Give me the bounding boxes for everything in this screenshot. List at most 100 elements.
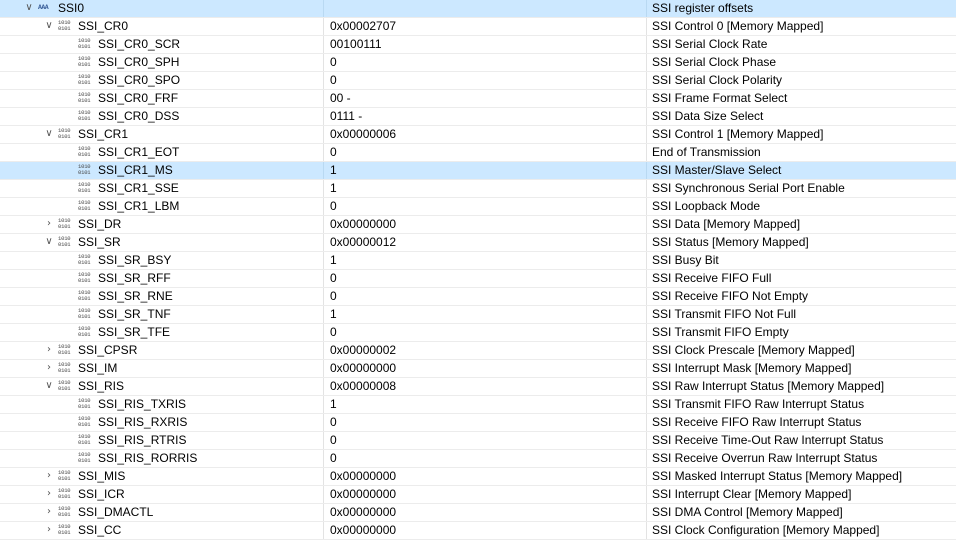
register-description: SSI Synchronous Serial Port Enable (652, 181, 845, 195)
register-icon: 1010 0101 (78, 55, 91, 68)
chevron-down-icon[interactable]: ∨ (24, 3, 34, 13)
name-cell: › 1010 0101 SSI_DR (0, 216, 324, 233)
tree-row[interactable]: 1010 0101 SSI_RIS_RORRIS 0 SSI Receive Over… (0, 450, 956, 468)
tree-row[interactable]: 1010 0101 SSI_SR_RNE 0 SSI Receive FIFO Not… (0, 288, 956, 306)
register-tree[interactable]: ∨ AAA SSI0 SSI register offsets ∨ 1010 0101 SS… (0, 0, 956, 540)
register-value[interactable] (324, 0, 647, 17)
tree-row[interactable]: › 1010 0101 SSI_IM 0x00000000 SSI Interrupt … (0, 360, 956, 378)
register-description: SSI Busy Bit (652, 253, 719, 267)
register-value[interactable]: 1 (324, 396, 647, 413)
register-value[interactable]: 0x00000000 (324, 216, 647, 233)
register-value[interactable]: 0x00000002 (324, 342, 647, 359)
register-value[interactable]: 1 (324, 162, 647, 179)
register-description: SSI Receive Time-Out Raw Interrupt Statu… (652, 433, 884, 447)
tree-row[interactable]: › 1010 0101 SSI_MIS 0x00000000 SSI Masked In… (0, 468, 956, 486)
register-value[interactable]: 0x00000000 (324, 504, 647, 521)
chevron-right-icon[interactable]: › (44, 489, 54, 499)
register-value[interactable]: 0 (324, 270, 647, 287)
tree-row[interactable]: 1010 0101 SSI_RIS_RTRIS 0 SSI Receive Time-… (0, 432, 956, 450)
tree-row[interactable]: ∨ 1010 0101 SSI_CR1 0x00000006 SSI Control 1… (0, 126, 956, 144)
register-icon: 1010 0101 (58, 343, 71, 356)
register-value[interactable]: 0x00000000 (324, 468, 647, 485)
register-value[interactable]: 1 (324, 180, 647, 197)
chevron-right-icon[interactable]: › (44, 363, 54, 373)
register-value[interactable]: 0 (324, 450, 647, 467)
tree-row[interactable]: 1010 0101 SSI_CR0_DSS 0111 - SSI Data Size … (0, 108, 956, 126)
register-value[interactable]: 00 - (324, 90, 647, 107)
tree-row[interactable]: 1010 0101 SSI_SR_TNF 1 SSI Transmit FIFO No… (0, 306, 956, 324)
register-value[interactable]: 0x00000006 (324, 126, 647, 143)
register-value[interactable]: 0 (324, 414, 647, 431)
tree-row[interactable]: 1010 0101 SSI_CR1_SSE 1 SSI Synchronous Ser… (0, 180, 956, 198)
tree-row[interactable]: › 1010 0101 SSI_DMACTL 0x00000000 SSI DMA Co… (0, 504, 956, 522)
register-description: SSI Receive FIFO Not Empty (652, 289, 809, 303)
register-value[interactable]: 0111 - (324, 108, 647, 125)
name-cell: ∨ 1010 0101 SSI_CR0 (0, 18, 324, 35)
chevron-down-icon[interactable]: ∨ (44, 237, 54, 247)
register-value[interactable]: 0x00000000 (324, 360, 647, 377)
name-cell: 1010 0101 SSI_CR1_EOT (0, 144, 324, 161)
register-value[interactable]: 0x00002707 (324, 18, 647, 35)
register-value[interactable]: 0 (324, 72, 647, 89)
name-cell: 1010 0101 SSI_CR0_FRF (0, 90, 324, 107)
register-name: SSI_CR1_SSE (98, 181, 179, 195)
register-value[interactable]: 1 (324, 306, 647, 323)
register-value[interactable]: 0x00000000 (324, 486, 647, 503)
register-value[interactable]: 0 (324, 324, 647, 341)
tree-row[interactable]: 1010 0101 SSI_SR_BSY 1 SSI Busy Bit (0, 252, 956, 270)
register-value[interactable]: 0 (324, 288, 647, 305)
register-description: SSI Loopback Mode (652, 199, 761, 213)
register-description: SSI Raw Interrupt Status [Memory Mapped] (652, 379, 885, 393)
register-value[interactable]: 00100111 (324, 36, 647, 53)
register-value[interactable]: 0 (324, 198, 647, 215)
name-cell: 1010 0101 SSI_RIS_TXRIS (0, 396, 324, 413)
tree-row[interactable]: 1010 0101 SSI_SR_RFF 0 SSI Receive FIFO Ful… (0, 270, 956, 288)
register-value[interactable]: 0 (324, 432, 647, 449)
tree-row[interactable]: ∨ 1010 0101 SSI_SR 0x00000012 SSI Status [Me… (0, 234, 956, 252)
register-value[interactable]: 1 (324, 252, 647, 269)
tree-row[interactable]: 1010 0101 SSI_RIS_RXRIS 0 SSI Receive FIFO … (0, 414, 956, 432)
tree-row[interactable]: 1010 0101 SSI_CR1_LBM 0 SSI Loopback Mode (0, 198, 956, 216)
register-icon: 1010 0101 (78, 325, 91, 338)
tree-row[interactable]: 1010 0101 SSI_CR1_EOT 0 End of Transmission (0, 144, 956, 162)
register-value[interactable]: 0 (324, 54, 647, 71)
chevron-right-icon[interactable]: › (44, 345, 54, 355)
chevron-right-icon[interactable]: › (44, 525, 54, 535)
chevron-right-icon[interactable]: › (44, 471, 54, 481)
tree-row[interactable]: › 1010 0101 SSI_CC 0x00000000 SSI Clock Conf… (0, 522, 956, 540)
register-icon: 1010 0101 (78, 433, 91, 446)
register-value[interactable]: 0x00000000 (324, 522, 647, 539)
tree-row[interactable]: › 1010 0101 SSI_ICR 0x00000000 SSI Interrupt… (0, 486, 956, 504)
tree-row[interactable]: 1010 0101 SSI_CR0_FRF 00 - SSI Frame Format… (0, 90, 956, 108)
register-icon: 1010 0101 (78, 163, 91, 176)
tree-row[interactable]: 1010 0101 SSI_SR_TFE 0 SSI Transmit FIFO Em… (0, 324, 956, 342)
tree-row[interactable]: 1010 0101 SSI_CR0_SPO 0 SSI Serial Clock Po… (0, 72, 956, 90)
tree-row[interactable]: ∨ 1010 0101 SSI_RIS 0x00000008 SSI Raw Inter… (0, 378, 956, 396)
chevron-right-icon[interactable]: › (44, 507, 54, 517)
tree-row[interactable]: › 1010 0101 SSI_CPSR 0x00000002 SSI Clock Pr… (0, 342, 956, 360)
tree-row[interactable]: ∨ 1010 0101 SSI_CR0 0x00002707 SSI Control 0… (0, 18, 956, 36)
register-value[interactable]: 0 (324, 144, 647, 161)
name-cell: 1010 0101 SSI_CR0_SPH (0, 54, 324, 71)
tree-row[interactable]: › 1010 0101 SSI_DR 0x00000000 SSI Data [Memo… (0, 216, 956, 234)
name-cell: › 1010 0101 SSI_ICR (0, 486, 324, 503)
tree-row[interactable]: 1010 0101 SSI_RIS_TXRIS 1 SSI Transmit FIFO… (0, 396, 956, 414)
tree-row[interactable]: 1010 0101 SSI_CR0_SCR 00100111 SSI Serial C… (0, 36, 956, 54)
chevron-right-icon[interactable]: › (44, 219, 54, 229)
chevron-down-icon[interactable]: ∨ (44, 21, 54, 31)
tree-row[interactable]: 1010 0101 SSI_CR0_SPH 0 SSI Serial Clock Ph… (0, 54, 956, 72)
register-icon: 1010 0101 (58, 523, 71, 536)
name-cell: 1010 0101 SSI_CR1_MS (0, 162, 324, 179)
register-description: SSI register offsets (652, 1, 754, 15)
register-value[interactable]: 0x00000012 (324, 234, 647, 251)
register-icon: 1010 0101 (78, 253, 91, 266)
register-description: SSI Receive Overrun Raw Interrupt Status (652, 451, 878, 465)
tree-row[interactable]: ∨ AAA SSI0 SSI register offsets (0, 0, 956, 18)
register-icon: 1010 0101 (78, 397, 91, 410)
chevron-down-icon[interactable]: ∨ (44, 381, 54, 391)
register-description: SSI Masked Interrupt Status [Memory Mapp… (652, 469, 903, 483)
chevron-down-icon[interactable]: ∨ (44, 129, 54, 139)
register-name: SSI_RIS_TXRIS (98, 397, 187, 411)
tree-row[interactable]: 1010 0101 SSI_CR1_MS 1 SSI Master/Slave Sel… (0, 162, 956, 180)
register-value[interactable]: 0x00000008 (324, 378, 647, 395)
